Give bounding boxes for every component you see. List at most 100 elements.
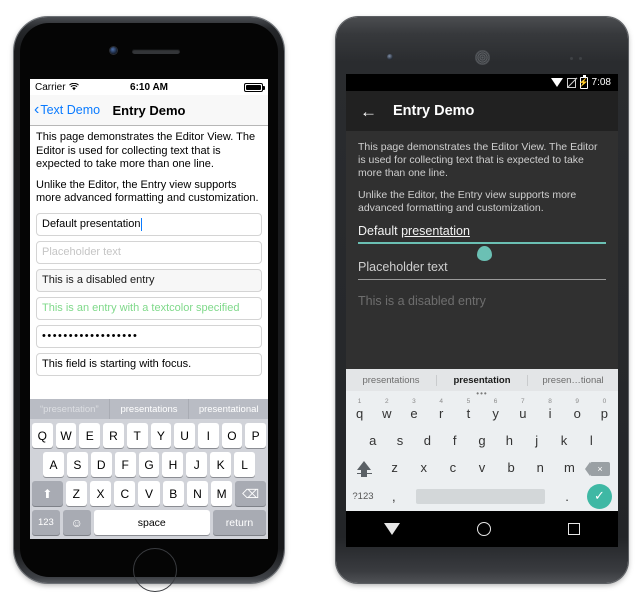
key-j[interactable]: J bbox=[186, 452, 208, 477]
key-i[interactable]: I bbox=[197, 423, 219, 448]
key-l[interactable]: L bbox=[234, 452, 256, 477]
nav-recents-icon[interactable] bbox=[567, 523, 580, 535]
key-b[interactable]: b bbox=[497, 460, 526, 475]
symbols-key[interactable]: ?123 bbox=[346, 491, 380, 502]
key-a[interactable]: a bbox=[359, 433, 386, 448]
key-d[interactable]: d bbox=[414, 433, 441, 448]
key-y[interactable]: Y bbox=[150, 423, 172, 448]
entry-default[interactable]: Default presentation bbox=[36, 212, 262, 236]
key-y[interactable]: 6y bbox=[482, 398, 509, 421]
key-p[interactable]: P bbox=[245, 423, 267, 448]
emoji-icon[interactable]: ☺ bbox=[62, 510, 91, 535]
suggestion-2[interactable]: presentational bbox=[189, 399, 268, 419]
key-p[interactable]: 0p bbox=[591, 398, 618, 421]
key-m[interactable]: m bbox=[555, 460, 584, 475]
key-d[interactable]: D bbox=[90, 452, 112, 477]
suggestion-0[interactable]: presentations bbox=[346, 374, 437, 386]
key-r[interactable]: 4r bbox=[428, 398, 455, 421]
entry-underline bbox=[358, 279, 606, 280]
entry-default[interactable]: Default presentation bbox=[358, 224, 606, 261]
entry-textcolor[interactable]: This is an entry with a textcolor specif… bbox=[36, 296, 262, 320]
shift-icon[interactable]: ⬆ bbox=[31, 481, 63, 506]
shift-icon[interactable] bbox=[348, 460, 380, 477]
key-j[interactable]: j bbox=[523, 433, 550, 448]
key-u[interactable]: 7u bbox=[509, 398, 536, 421]
key-q[interactable]: Q bbox=[31, 423, 53, 448]
key-t[interactable]: T bbox=[126, 423, 148, 448]
key-e[interactable]: E bbox=[79, 423, 101, 448]
key-o[interactable]: 9o bbox=[564, 398, 591, 421]
proximity-sensor bbox=[570, 57, 592, 60]
text-selection-handle[interactable] bbox=[477, 246, 492, 261]
key-r[interactable]: R bbox=[103, 423, 124, 448]
entry-password[interactable]: •••••••••••••••••• bbox=[36, 324, 262, 348]
key-s[interactable]: s bbox=[386, 433, 413, 448]
key-t[interactable]: 5t bbox=[455, 398, 482, 421]
backspace-icon[interactable]: × bbox=[584, 460, 616, 476]
key-a[interactable]: A bbox=[43, 452, 64, 477]
entry-default-value: Default presentation bbox=[358, 224, 606, 242]
key-k[interactable]: K bbox=[210, 452, 232, 477]
key-l[interactable]: l bbox=[578, 433, 605, 448]
intro-paragraph-2: Unlike the Editor, the Entry view suppor… bbox=[36, 178, 259, 205]
space-key[interactable] bbox=[415, 488, 546, 504]
key-m[interactable]: M bbox=[211, 481, 233, 506]
page-title: Entry Demo bbox=[393, 103, 475, 119]
key-v[interactable]: v bbox=[467, 460, 496, 475]
key-h[interactable]: H bbox=[162, 452, 184, 477]
key-b[interactable]: B bbox=[162, 481, 184, 506]
key-f[interactable]: f bbox=[441, 433, 468, 448]
key-x[interactable]: x bbox=[409, 460, 438, 475]
key-z[interactable]: z bbox=[380, 460, 409, 475]
battery-charging-icon: ⚡ bbox=[578, 74, 589, 89]
nav-back-icon[interactable] bbox=[384, 523, 401, 535]
enter-key[interactable]: ✓ bbox=[581, 483, 618, 509]
key-c[interactable]: c bbox=[438, 460, 467, 475]
comma-key[interactable]: , bbox=[380, 489, 408, 504]
key-z[interactable]: Z bbox=[65, 481, 87, 506]
key-i[interactable]: 8i bbox=[536, 398, 563, 421]
numbers-key[interactable]: 123 bbox=[32, 510, 60, 535]
key-f[interactable]: F bbox=[114, 452, 136, 477]
key-g[interactable]: G bbox=[138, 452, 160, 477]
entry-placeholder-text: Placeholder text bbox=[42, 246, 121, 258]
key-n[interactable]: n bbox=[526, 460, 555, 475]
android-device: ⚡ 7:08 ← Entry Demo This page demonstrat… bbox=[336, 17, 628, 583]
nav-home-icon[interactable] bbox=[476, 522, 491, 536]
entry-placeholder[interactable]: Placeholder text bbox=[358, 260, 606, 280]
key-k[interactable]: k bbox=[550, 433, 577, 448]
suggestion-1[interactable]: presentation bbox=[437, 374, 528, 386]
entry-focused[interactable]: This field is starting with focus. bbox=[36, 352, 262, 376]
android-key-row-4: ?123 , . ✓ bbox=[346, 481, 618, 511]
key-o[interactable]: O bbox=[221, 423, 243, 448]
more-suggestions-icon[interactable]: ••• bbox=[346, 389, 618, 398]
arrow-left-icon[interactable]: ← bbox=[360, 103, 377, 120]
wifi-icon bbox=[68, 83, 79, 91]
return-key[interactable]: return bbox=[212, 510, 267, 535]
key-n[interactable]: N bbox=[186, 481, 209, 506]
key-w[interactable]: W bbox=[55, 423, 77, 448]
key-e[interactable]: 3e bbox=[400, 398, 427, 421]
front-camera-icon bbox=[110, 47, 117, 54]
key-h[interactable]: h bbox=[496, 433, 523, 448]
entry-default-prefix: Default bbox=[358, 224, 402, 238]
key-w[interactable]: 2w bbox=[373, 398, 400, 421]
check-icon: ✓ bbox=[587, 483, 612, 509]
home-button[interactable] bbox=[133, 548, 177, 592]
key-g[interactable]: g bbox=[468, 433, 495, 448]
space-key[interactable]: space bbox=[93, 510, 210, 535]
android-nav-bar bbox=[346, 511, 618, 547]
key-c[interactable]: C bbox=[114, 481, 136, 506]
key-x[interactable]: X bbox=[89, 481, 112, 506]
android-key-row-1: 1q 2w 3e 4r 5t 6y 7u 8i 9o 0p bbox=[346, 398, 618, 427]
entry-placeholder[interactable]: Placeholder text bbox=[36, 240, 262, 264]
suggestion-1[interactable]: presentations bbox=[110, 399, 190, 419]
backspace-icon[interactable]: ⌫ bbox=[235, 481, 267, 506]
key-s[interactable]: S bbox=[66, 452, 88, 477]
period-key[interactable]: . bbox=[553, 489, 581, 504]
key-q[interactable]: 1q bbox=[346, 398, 373, 421]
suggestion-0[interactable]: “presentation” bbox=[30, 399, 110, 419]
key-v[interactable]: V bbox=[138, 481, 160, 506]
suggestion-2[interactable]: presen…tional bbox=[528, 375, 618, 386]
key-u[interactable]: U bbox=[174, 423, 195, 448]
